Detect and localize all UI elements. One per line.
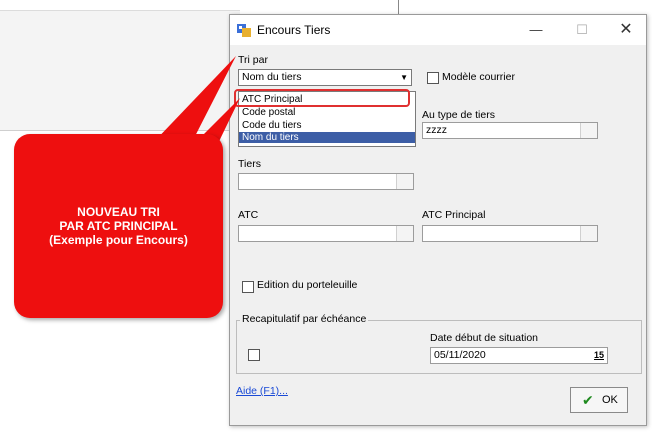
app-icon bbox=[237, 24, 251, 37]
modele-courrier-checkbox[interactable] bbox=[427, 72, 439, 84]
lookup-button[interactable] bbox=[396, 226, 413, 241]
date-debut-label: Date début de situation bbox=[430, 332, 538, 344]
encours-tiers-dialog: Encours Tiers — ☐ ✕ Tri par Nom du tiers… bbox=[229, 14, 647, 426]
tiers-field[interactable] bbox=[238, 173, 414, 190]
modele-courrier-label: Modèle courrier bbox=[442, 71, 515, 83]
au-type-tiers-field[interactable]: zzzz bbox=[422, 122, 598, 139]
atc-field[interactable] bbox=[238, 225, 414, 242]
close-button[interactable]: ✕ bbox=[614, 19, 638, 41]
checkmark-icon: ✔ bbox=[582, 392, 594, 408]
callout-line-2: PAR ATC PRINCIPAL bbox=[59, 219, 178, 233]
chevron-down-icon[interactable]: ▼ bbox=[400, 70, 408, 85]
edition-portefeuille-label: Edition du porteleuille bbox=[257, 279, 358, 291]
tri-option-nom-tiers[interactable]: Nom du tiers bbox=[239, 132, 415, 143]
lookup-button[interactable] bbox=[580, 123, 597, 138]
atc-label: ATC bbox=[238, 209, 259, 221]
callout-box: NOUVEAU TRI PAR ATC PRINCIPAL (Exemple p… bbox=[14, 134, 223, 318]
highlight-frame bbox=[234, 89, 410, 107]
ok-label: OK bbox=[602, 394, 618, 406]
minimize-button[interactable]: — bbox=[524, 19, 548, 41]
tri-par-value: Nom du tiers bbox=[242, 71, 302, 83]
tri-option-code-postal[interactable]: Code postal bbox=[239, 107, 415, 118]
background-divider bbox=[0, 130, 240, 131]
ok-button[interactable]: ✔ OK bbox=[570, 387, 628, 413]
date-debut-value: 05/11/2020 bbox=[434, 349, 486, 361]
callout-line-1: NOUVEAU TRI bbox=[77, 205, 160, 219]
window-title: Encours Tiers bbox=[257, 23, 331, 37]
recap-label: Recapitulatif par échéance bbox=[240, 313, 369, 325]
background-divider-vertical bbox=[398, 0, 399, 14]
au-type-tiers-label: Au type de tiers bbox=[422, 109, 495, 121]
recap-checkbox[interactable] bbox=[248, 349, 260, 361]
maximize-button[interactable]: ☐ bbox=[570, 19, 594, 41]
aide-link[interactable]: Aide (F1)... bbox=[236, 385, 288, 397]
atc-principal-field[interactable] bbox=[422, 225, 598, 242]
tri-par-select[interactable]: Nom du tiers ▼ bbox=[238, 69, 412, 86]
background-panel bbox=[0, 10, 240, 131]
date-debut-field[interactable]: 05/11/2020 15 bbox=[430, 347, 608, 364]
lookup-button[interactable] bbox=[396, 174, 413, 189]
tiers-label: Tiers bbox=[238, 158, 261, 170]
tri-option-code-tiers[interactable]: Code du tiers bbox=[239, 120, 415, 131]
edition-portefeuille-checkbox[interactable] bbox=[242, 281, 254, 293]
title-bar[interactable]: Encours Tiers — ☐ ✕ bbox=[230, 15, 646, 45]
au-type-tiers-value: zzzz bbox=[426, 124, 447, 136]
callout-line-3: (Exemple pour Encours) bbox=[49, 233, 188, 247]
atc-principal-label: ATC Principal bbox=[422, 209, 486, 221]
tri-par-label: Tri par bbox=[238, 54, 268, 66]
lookup-button[interactable] bbox=[580, 226, 597, 241]
calendar-icon[interactable]: 15 bbox=[591, 348, 607, 363]
